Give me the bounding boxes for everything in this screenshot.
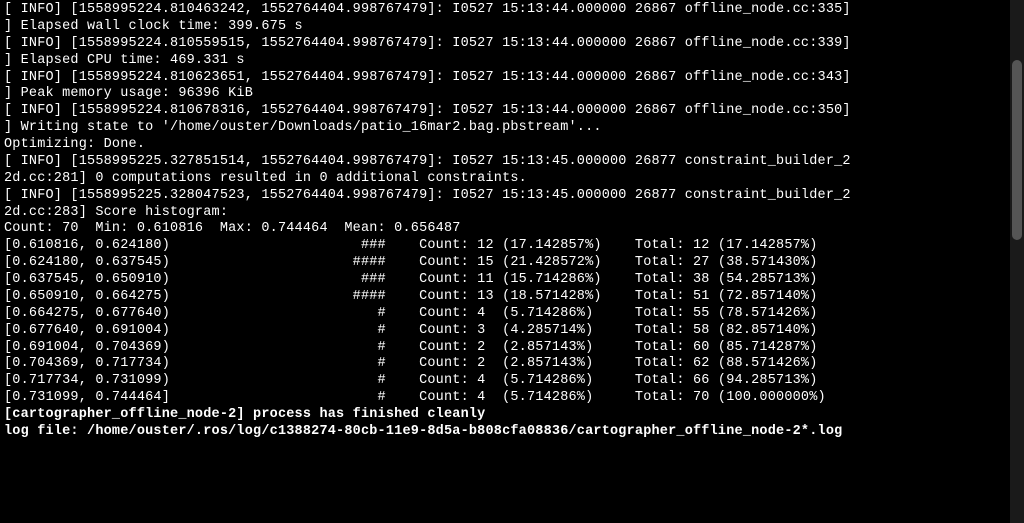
terminal-output[interactable]: [ INFO] [1558995224.810463242, 155276440… <box>4 2 1020 441</box>
log-line: [0.610816, 0.624180) ### Count: 12 (17.1… <box>4 238 1020 255</box>
log-line: [0.637545, 0.650910) ### Count: 11 (15.7… <box>4 272 1020 289</box>
log-line: [0.731099, 0.744464] # Count: 4 (5.71428… <box>4 390 1020 407</box>
log-line: [ INFO] [1558995224.810463242, 155276440… <box>4 2 1020 19</box>
log-line: ] Elapsed wall clock time: 399.675 s <box>4 19 1020 36</box>
log-line: [0.717734, 0.731099) # Count: 4 (5.71428… <box>4 373 1020 390</box>
log-line: log file: /home/ouster/.ros/log/c1388274… <box>4 424 1020 441</box>
log-line: ] Peak memory usage: 96396 KiB <box>4 86 1020 103</box>
scrollbar-track[interactable] <box>1010 0 1024 523</box>
log-line: [0.691004, 0.704369) # Count: 2 (2.85714… <box>4 340 1020 357</box>
log-line: ] Writing state to '/home/ouster/Downloa… <box>4 120 1020 137</box>
log-line: [ INFO] [1558995224.810559515, 155276440… <box>4 36 1020 53</box>
log-line: [ INFO] [1558995225.328047523, 155276440… <box>4 188 1020 205</box>
log-line: [0.704369, 0.717734) # Count: 2 (2.85714… <box>4 356 1020 373</box>
log-line: Count: 70 Min: 0.610816 Max: 0.744464 Me… <box>4 221 1020 238</box>
log-line: [ INFO] [1558995225.327851514, 155276440… <box>4 154 1020 171</box>
log-line: [0.677640, 0.691004) # Count: 3 (4.28571… <box>4 323 1020 340</box>
log-line: 2d.cc:283] Score histogram: <box>4 205 1020 222</box>
log-line: [0.624180, 0.637545) #### Count: 15 (21.… <box>4 255 1020 272</box>
log-line: [ INFO] [1558995224.810623651, 155276440… <box>4 70 1020 87</box>
log-line: [0.664275, 0.677640) # Count: 4 (5.71428… <box>4 306 1020 323</box>
log-line: 2d.cc:281] 0 computations resulted in 0 … <box>4 171 1020 188</box>
log-line: [cartographer_offline_node-2] process ha… <box>4 407 1020 424</box>
log-line: Optimizing: Done. <box>4 137 1020 154</box>
scrollbar-thumb[interactable] <box>1012 60 1022 240</box>
log-line: [0.650910, 0.664275) #### Count: 13 (18.… <box>4 289 1020 306</box>
log-line: ] Elapsed CPU time: 469.331 s <box>4 53 1020 70</box>
log-line: [ INFO] [1558995224.810678316, 155276440… <box>4 103 1020 120</box>
